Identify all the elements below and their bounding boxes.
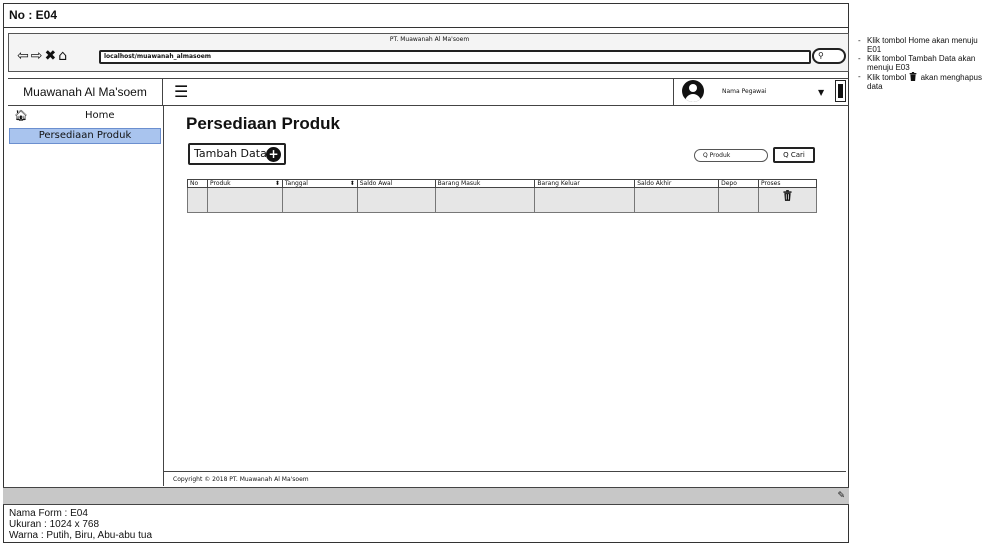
user-menu[interactable]: Nama Pegawai ▼ [673, 79, 831, 105]
search-toggle[interactable]: ⚲ [812, 48, 846, 64]
form-code-label: No : E04 [9, 8, 58, 22]
search-icon: ⚲ [818, 51, 824, 60]
home-icon[interactable]: ⌂ [58, 48, 69, 64]
search-icon: Q [703, 152, 708, 159]
col-no: No [187, 179, 208, 188]
url-bar[interactable]: localhost/muawanah_almasoem [99, 50, 811, 64]
page-title: Persediaan Produk [186, 114, 341, 133]
table-cell-actions [758, 187, 817, 213]
sidebar [8, 106, 164, 486]
search-input[interactable]: Q Produk [694, 149, 768, 162]
table-cell [534, 187, 636, 213]
note-item: Klik tombol Tambah Data akan menuju E03 [858, 54, 984, 72]
search-placeholder: Produk [709, 152, 731, 159]
sort-icon[interactable]: ⬍ [350, 180, 355, 187]
table-cell [356, 187, 436, 213]
col-produk[interactable]: Produk ⬍ [206, 179, 283, 188]
menu-icon[interactable]: ☰ [174, 84, 188, 100]
copyright-text: Copyright © 2018 PT. Muawanah Al Ma'soem [164, 471, 846, 487]
sidebar-item-home[interactable]: 🏠︎ Home [8, 109, 164, 125]
form-notes: Nama Form : E04 Ukuran : 1024 x 768 Warn… [9, 508, 152, 541]
search-icon: Q [783, 151, 789, 159]
table-cell [281, 187, 358, 213]
user-name: Nama Pegawai [722, 88, 767, 95]
trash-icon[interactable] [783, 190, 792, 201]
trash-icon [909, 72, 917, 81]
col-proses: Proses [758, 179, 817, 188]
note-colors: Warna : Putih, Biru, Abu-abu tua [9, 530, 153, 541]
plus-icon: + [266, 147, 281, 162]
table-row [187, 187, 817, 213]
add-data-button[interactable]: Tambah Data + [188, 143, 286, 165]
home-icon: 🏠︎ [14, 109, 28, 122]
note-form-name: Nama Form : E04 [9, 508, 88, 519]
table-cell [718, 187, 760, 213]
brand-name: Muawanah Al Ma'soem [8, 78, 163, 106]
table-cell [206, 187, 283, 213]
add-data-label: Tambah Data [194, 147, 267, 160]
instruction-notes: Klik tombol Home akan menuju E01 Klik to… [858, 36, 984, 91]
browser-window: PT. Muawanah Al Ma'soem ⇦⇨✖⌂ localhost/m… [8, 33, 849, 72]
col-barang-keluar: Barang Keluar [534, 179, 636, 188]
back-icon[interactable]: ⇦ [17, 48, 31, 64]
sidebar-item-label: Home [85, 110, 115, 121]
browser-title: PT. Muawanah Al Ma'soem [389, 36, 470, 43]
chevron-down-icon[interactable]: ▼ [818, 88, 824, 97]
table-header-row: No Produk ⬍ Tanggal ⬍ Saldo Awal Barang Ma… [187, 179, 817, 188]
sort-icon[interactable]: ⬍ [275, 180, 280, 187]
table-cell [187, 187, 208, 213]
inventory-table: No Produk ⬍ Tanggal ⬍ Saldo Awal Barang Ma… [187, 179, 817, 213]
note-item: Klik tombol Home akan menuju E01 [858, 36, 984, 54]
close-icon[interactable]: ✖ [44, 48, 58, 64]
col-saldo-akhir: Saldo Akhir [634, 179, 720, 188]
divider [3, 27, 849, 28]
search-button[interactable]: Q Cari [773, 147, 815, 163]
scrollbar[interactable] [835, 80, 846, 102]
forward-icon[interactable]: ⇨ [31, 48, 45, 64]
col-tanggal[interactable]: Tanggal ⬍ [281, 179, 358, 188]
col-barang-masuk: Barang Masuk [434, 179, 536, 188]
col-depo: Depo [718, 179, 760, 188]
browser-nav: ⇦⇨✖⌂ [17, 48, 69, 64]
table-cell [434, 187, 536, 213]
status-bar: ✎ [3, 487, 849, 505]
pencil-icon: ✎ [837, 491, 845, 501]
note-item: Klik tombol akan menghapus data [858, 72, 984, 91]
col-saldo-awal: Saldo Awal [356, 179, 436, 188]
sidebar-item-persediaan-produk[interactable]: Persediaan Produk [9, 128, 161, 144]
table-cell [634, 187, 720, 213]
search-button-label: Cari [790, 151, 805, 159]
note-size: Ukuran : 1024 x 768 [9, 519, 100, 530]
avatar-icon [682, 80, 704, 102]
